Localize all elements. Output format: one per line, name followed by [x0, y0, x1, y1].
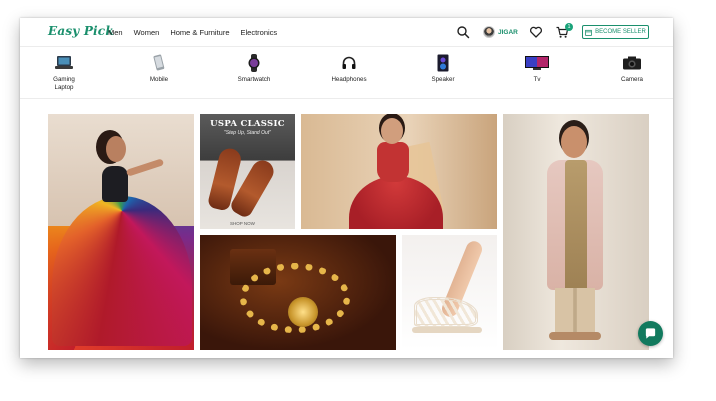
speaker-icon	[418, 54, 468, 72]
user-account[interactable]: JIGAR	[483, 26, 518, 38]
banner-uspa-title: USPA CLASSIC	[210, 119, 285, 129]
category-label: Gaming Laptop	[53, 76, 75, 91]
banner-stole	[565, 160, 587, 300]
become-seller-label: BECOME SELLER	[595, 29, 646, 35]
cart-count-badge: 1	[565, 23, 573, 31]
nav-electronics[interactable]: Electronics	[241, 28, 278, 37]
banner-bridal-lehenga[interactable]	[301, 114, 497, 229]
banner-torso	[102, 166, 128, 202]
banner-gold-jewellery[interactable]	[200, 235, 396, 350]
category-camera[interactable]: Camera	[607, 54, 657, 84]
category-label: Speaker	[431, 76, 455, 83]
wishlist-heart-icon[interactable]	[529, 25, 543, 39]
category-tv[interactable]: Tv	[512, 54, 562, 84]
top-header: Easy Pick Men Women Home & Furniture Ele…	[20, 18, 673, 47]
category-label: Mobile	[149, 76, 169, 83]
avatar	[483, 26, 495, 38]
camera-icon	[607, 54, 657, 72]
banner-uspa-cta[interactable]: SHOP NOW	[230, 221, 255, 226]
brand-logo[interactable]: Easy Pick	[48, 24, 114, 38]
become-seller-button[interactable]: BECOME SELLER	[582, 25, 649, 39]
mobile-icon	[134, 54, 184, 72]
nav-women[interactable]: Women	[134, 28, 160, 37]
banner-head	[106, 136, 126, 162]
category-bar: Gaming Laptop Mobile Smartwatch Headphon…	[20, 48, 673, 99]
search-icon[interactable]	[456, 25, 470, 39]
main-nav: Men Women Home & Furniture Electronics	[108, 28, 277, 37]
banner-sole	[412, 327, 482, 333]
nav-home-furniture[interactable]: Home & Furniture	[170, 28, 229, 37]
banner-shoes	[549, 332, 601, 340]
banner-lehenga-woman[interactable]	[48, 114, 194, 350]
category-label: Smartwatch	[237, 76, 271, 83]
banner-head	[381, 118, 403, 144]
chat-button[interactable]	[638, 321, 663, 346]
nav-men[interactable]: Men	[108, 28, 123, 37]
gold-pendant	[288, 297, 318, 327]
banner-sandals[interactable]	[402, 235, 497, 350]
category-gaming-laptop[interactable]: Gaming Laptop	[39, 54, 89, 92]
laptop-icon	[39, 54, 89, 72]
banner-head	[561, 126, 587, 158]
store-icon	[585, 29, 592, 36]
category-mobile[interactable]: Mobile	[134, 54, 184, 84]
user-name: JIGAR	[498, 28, 518, 36]
banner-uspa-tagline: "Step Up, Stand Out"	[224, 130, 271, 136]
category-label: Tv	[533, 76, 541, 83]
category-headphones[interactable]: Headphones	[324, 54, 374, 84]
category-label: Headphones	[331, 76, 367, 83]
smartwatch-icon	[229, 54, 279, 72]
banner-sherwani-man[interactable]	[503, 114, 649, 350]
category-label: Camera	[620, 76, 643, 83]
banner-blouse	[377, 142, 409, 182]
tv-icon	[512, 54, 562, 72]
category-speaker[interactable]: Speaker	[418, 54, 468, 84]
category-smartwatch[interactable]: Smartwatch	[229, 54, 279, 84]
headphones-icon	[324, 54, 374, 72]
banner-uspa-shoes[interactable]: USPA CLASSIC "Step Up, Stand Out" SHOP N…	[200, 114, 295, 229]
banner-sandal	[414, 297, 478, 327]
banner-pants	[555, 288, 595, 334]
chat-bubble-icon	[645, 328, 656, 339]
app-frame: Easy Pick Men Women Home & Furniture Ele…	[20, 18, 673, 358]
